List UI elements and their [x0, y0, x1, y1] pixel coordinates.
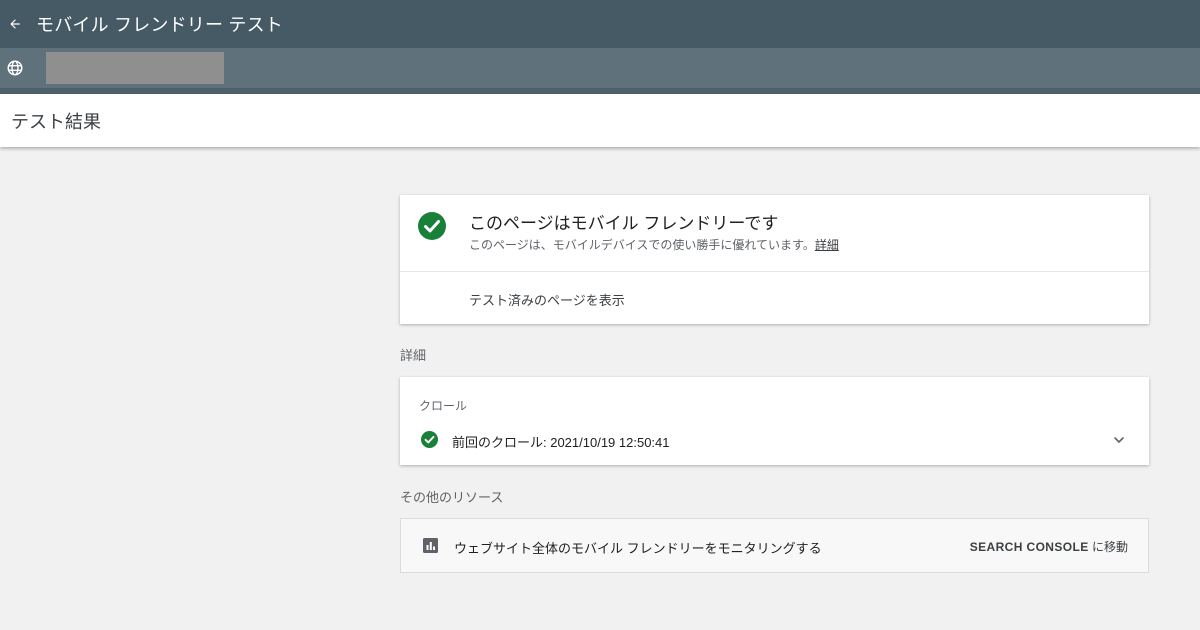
- last-crawl-text: 前回のクロール: 2021/10/19 12:50:41: [452, 435, 670, 450]
- view-tested-page-button[interactable]: テスト済みのページを表示: [469, 290, 625, 309]
- app-header: モバイル フレンドリー テスト: [0, 0, 1200, 48]
- summary-subtitle-text: このページは、モバイルデバイスでの使い勝手に優れています。: [469, 238, 815, 252]
- details-link[interactable]: 詳細: [815, 238, 839, 252]
- globe-icon: [7, 60, 23, 76]
- bar-chart-icon: [423, 538, 438, 553]
- url-bar: [0, 48, 1200, 88]
- summary-card: このページはモバイル フレンドリーです このページは、モバイルデバイスでの使い勝…: [400, 195, 1149, 324]
- check-circle-icon: [421, 431, 438, 448]
- app-title: モバイル フレンドリー テスト: [36, 15, 284, 35]
- arrow-left-icon: [10, 19, 20, 29]
- check-circle-icon: [418, 212, 446, 240]
- crawl-label: クロール: [419, 399, 468, 413]
- resource-card: ウェブサイト全体のモバイル フレンドリーをモニタリングする SEARCH CON…: [400, 518, 1149, 573]
- page-title: テスト結果: [11, 111, 101, 132]
- summary-subtitle: このページは、モバイルデバイスでの使い勝手に優れています。詳細: [469, 236, 839, 253]
- details-section-label: 詳細: [400, 348, 427, 363]
- results-header: テスト結果: [0, 94, 1200, 147]
- resource-text: ウェブサイト全体のモバイル フレンドリーをモニタリングする: [454, 541, 822, 556]
- search-console-suffix: に移動: [1088, 540, 1128, 554]
- search-console-label: SEARCH CONSOLE: [969, 540, 1089, 554]
- go-to-search-console-button[interactable]: SEARCH CONSOLE に移動: [970, 538, 1128, 555]
- url-input[interactable]: [46, 52, 224, 84]
- other-resources-label: その他のリソース: [400, 490, 504, 505]
- back-button[interactable]: [0, 9, 30, 39]
- summary-header: このページはモバイル フレンドリーです このページは、モバイルデバイスでの使い勝…: [400, 195, 1149, 272]
- crawl-card[interactable]: クロール 前回のクロール: 2021/10/19 12:50:41: [400, 377, 1149, 465]
- summary-title: このページはモバイル フレンドリーです: [469, 214, 779, 233]
- chevron-down-icon[interactable]: [1112, 433, 1126, 447]
